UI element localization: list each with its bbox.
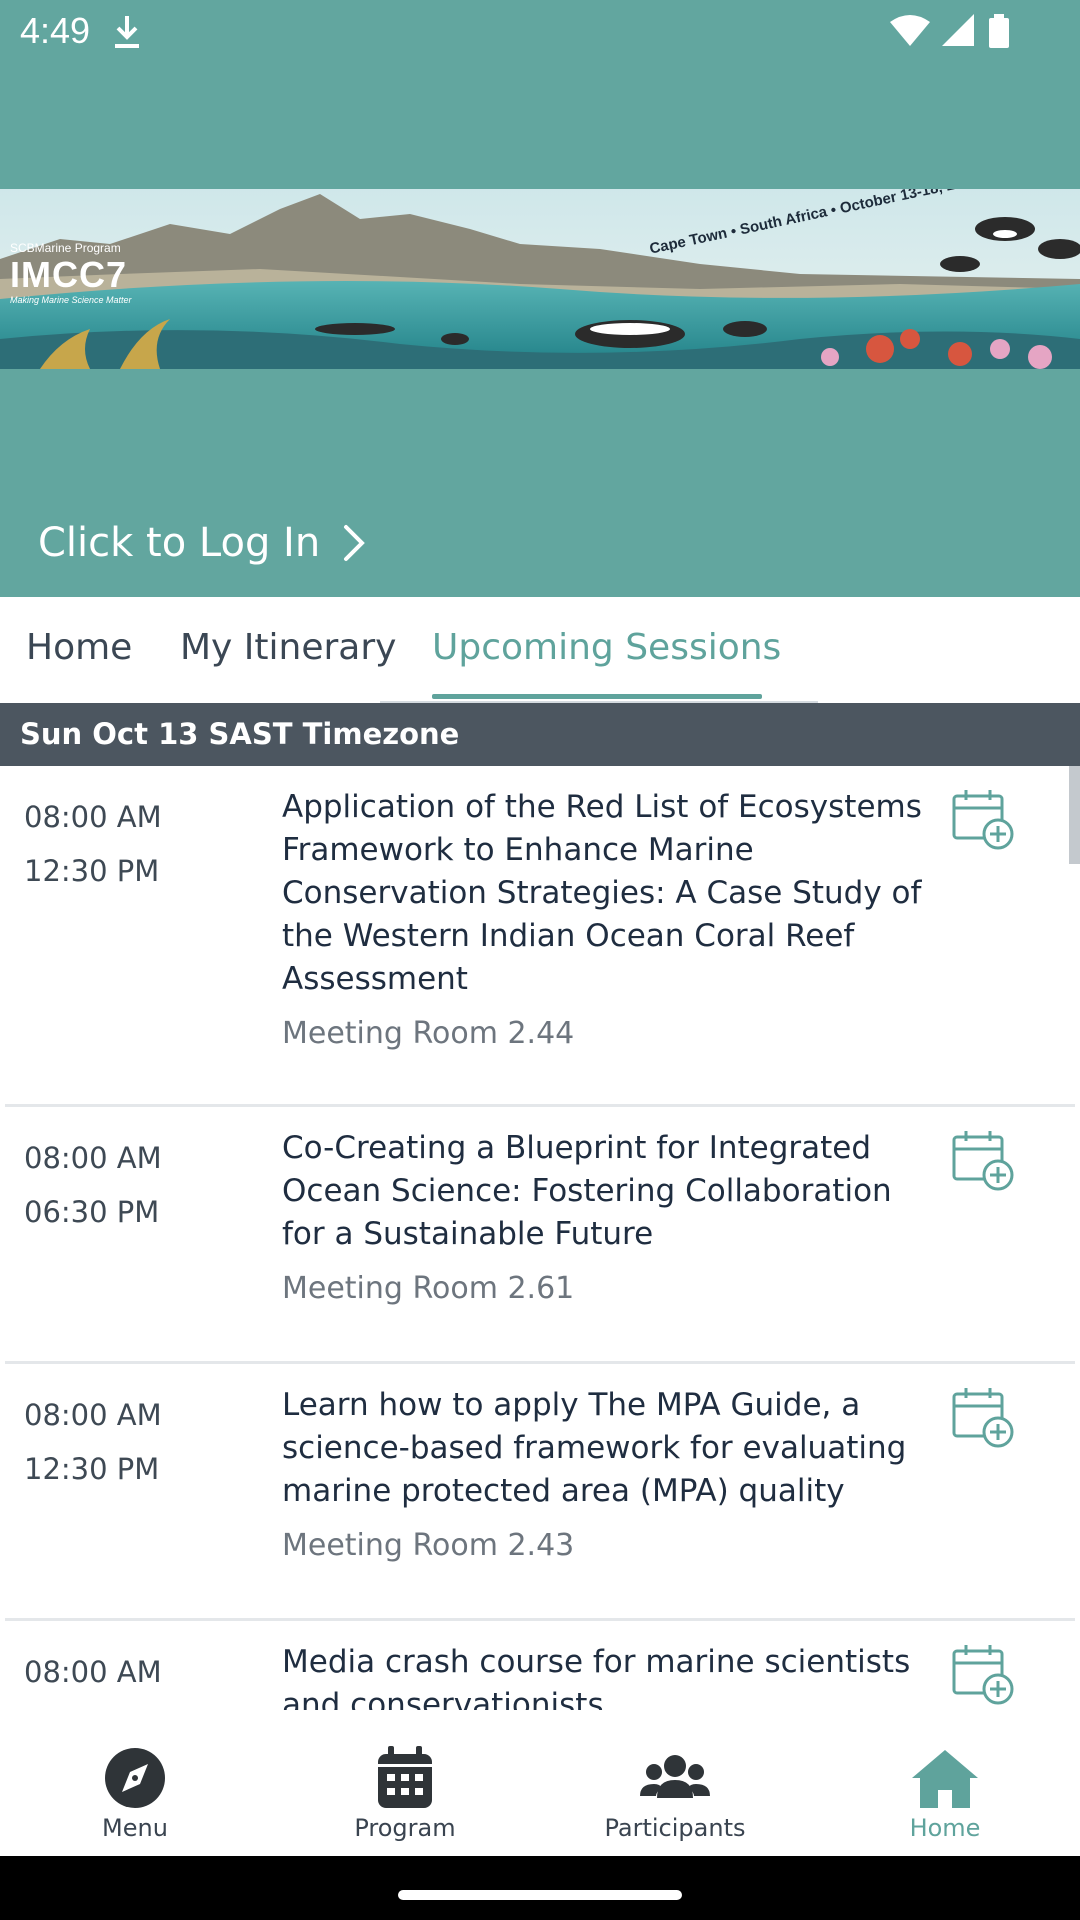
session-title: Application of the Red List of Ecosystem…	[282, 789, 922, 997]
tab-upcoming-sessions[interactable]: Upcoming Sessions	[432, 627, 781, 668]
compass-icon	[105, 1748, 165, 1808]
tab-home[interactable]: Home	[26, 627, 132, 668]
nav-menu[interactable]: Menu	[0, 1710, 270, 1856]
session-item[interactable]: 08:00 AM 12:30 PM Application of the Red…	[0, 766, 1080, 1106]
chevron-right-icon	[344, 525, 366, 561]
header: 4:49 SCBMarine Program IMCC7 Making Mari…	[0, 0, 1080, 597]
session-item[interactable]: 08:00 AM Media crash course for marine s…	[0, 1621, 1080, 1710]
add-to-calendar-icon[interactable]	[950, 1127, 1016, 1193]
people-icon	[640, 1755, 710, 1798]
download-icon	[115, 16, 139, 48]
banner-name: IMCC7	[10, 254, 128, 295]
nav-menu-label: Menu	[102, 1814, 168, 1842]
session-item[interactable]: 08:00 AM 12:30 PM Learn how to apply The…	[0, 1364, 1080, 1619]
add-to-calendar-icon[interactable]	[950, 1384, 1016, 1450]
battery-icon	[989, 14, 1009, 48]
session-title: Co-Creating a Blueprint for Integrated O…	[282, 1130, 892, 1252]
home-gesture-handle[interactable]	[398, 1890, 682, 1900]
session-end-time: 12:30 PM	[24, 1452, 160, 1486]
banner-program: SCBMarine Program	[10, 241, 121, 255]
system-navigation-bar	[0, 1856, 1080, 1920]
status-icons	[890, 14, 1010, 48]
banner-tagline: Making Marine Science Matter	[10, 295, 132, 305]
banner-illustration	[0, 189, 1080, 369]
session-room: Meeting Room 2.43	[282, 1528, 575, 1563]
signal-icon	[942, 14, 974, 46]
bottom-navigation: Menu Program Participants Home	[0, 1710, 1080, 1856]
session-end-time: 12:30 PM	[24, 854, 160, 888]
session-room: Meeting Room 2.44	[282, 1016, 575, 1051]
nav-participants-label: Participants	[604, 1814, 746, 1842]
active-tab-indicator	[432, 694, 762, 699]
nav-program-label: Program	[354, 1814, 456, 1842]
login-link[interactable]: Click to Log In	[38, 520, 366, 566]
nav-participants[interactable]: Participants	[540, 1710, 810, 1856]
status-time: 4:49	[20, 10, 91, 51]
home-icon	[912, 1750, 978, 1808]
date-header: Sun Oct 13 SAST Timezone	[0, 703, 1080, 766]
session-room: Meeting Room 2.61	[282, 1271, 575, 1306]
session-list[interactable]: 08:00 AM 12:30 PM Application of the Red…	[0, 766, 1080, 1710]
add-to-calendar-icon[interactable]	[950, 1641, 1016, 1707]
nav-home[interactable]: Home	[810, 1710, 1080, 1856]
conference-banner: SCBMarine Program IMCC7 Making Marine Sc…	[0, 189, 1080, 369]
session-start-time: 08:00 AM	[24, 1141, 162, 1175]
tab-my-itinerary[interactable]: My Itinerary	[180, 627, 396, 668]
session-start-time: 08:00 AM	[24, 1398, 162, 1432]
session-title: Learn how to apply The MPA Guide, a scie…	[282, 1387, 907, 1509]
nav-program[interactable]: Program	[270, 1710, 540, 1856]
add-to-calendar-icon[interactable]	[950, 786, 1016, 852]
status-bar: 4:49	[0, 0, 1080, 64]
session-start-time: 08:00 AM	[24, 800, 162, 834]
calendar-icon	[378, 1746, 432, 1808]
conference-logo: SCBMarine Program IMCC7 Making Marine Sc…	[10, 241, 132, 305]
session-start-time: 08:00 AM	[24, 1655, 162, 1689]
session-end-time: 06:30 PM	[24, 1195, 160, 1229]
nav-home-label: Home	[909, 1814, 981, 1842]
session-title: Media crash course for marine scientists…	[282, 1644, 911, 1710]
wifi-icon	[890, 15, 930, 46]
session-item[interactable]: 08:00 AM 06:30 PM Co-Creating a Blueprin…	[0, 1107, 1080, 1362]
tab-bar: Home My Itinerary Upcoming Sessions	[0, 597, 1080, 703]
login-label: Click to Log In	[38, 520, 321, 566]
